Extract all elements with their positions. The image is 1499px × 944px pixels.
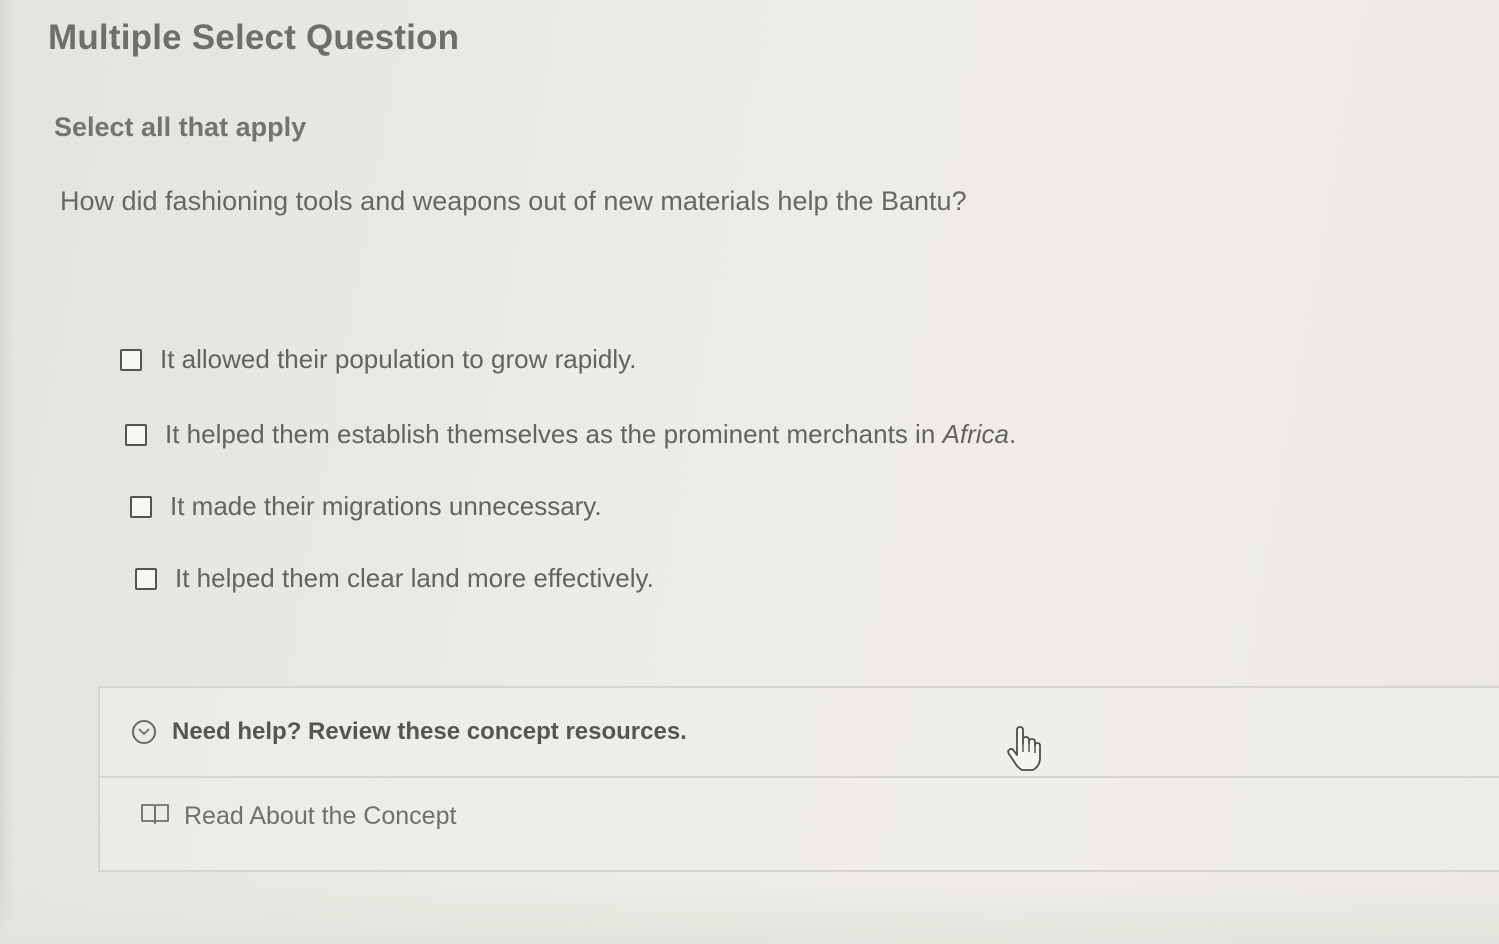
left-edge-shade [0,0,14,944]
checkbox[interactable] [130,495,152,518]
hand-pointer-icon [1006,726,1042,772]
book-icon [140,802,170,831]
answer-option-label: It helped them establish themselves as t… [165,419,1016,450]
read-about-concept-link[interactable]: Read About the Concept [140,802,456,831]
question-type-heading: Multiple Select Question [48,18,460,57]
read-about-concept-label: Read About the Concept [184,802,457,830]
answer-option-label: It made their migrations unnecessary. [170,491,602,521]
checkbox[interactable] [125,423,147,446]
bottom-shade [0,880,1499,944]
answer-option-label-text: It helped them establish themselves as t… [165,419,943,449]
answer-option-label-italic: Africa [942,419,1009,449]
answer-option-label: It allowed their population to grow rapi… [160,344,637,374]
concept-resources-panel: Need help? Review these concept resource… [98,686,1499,872]
concept-resources-title: Need help? Review these concept resource… [172,718,687,745]
chevron-down-circle-icon [132,720,156,744]
question-prompt: How did fashioning tools and weapons out… [60,186,967,216]
answer-option-1[interactable]: It allowed their population to grow rapi… [120,344,636,375]
instruction-text: Select all that apply [54,112,307,142]
answer-option-3[interactable]: It made their migrations unnecessary. [130,491,602,522]
checkbox[interactable] [135,567,157,590]
answer-option-label-end: . [1008,419,1017,449]
checkbox[interactable] [120,348,142,371]
concept-resources-toggle[interactable]: Need help? Review these concept resource… [100,688,1499,778]
answer-option-2[interactable]: It helped them establish themselves as t… [125,419,1016,450]
answer-option-label: It helped them clear land more effective… [175,563,654,593]
answer-option-4[interactable]: It helped them clear land more effective… [135,563,654,594]
